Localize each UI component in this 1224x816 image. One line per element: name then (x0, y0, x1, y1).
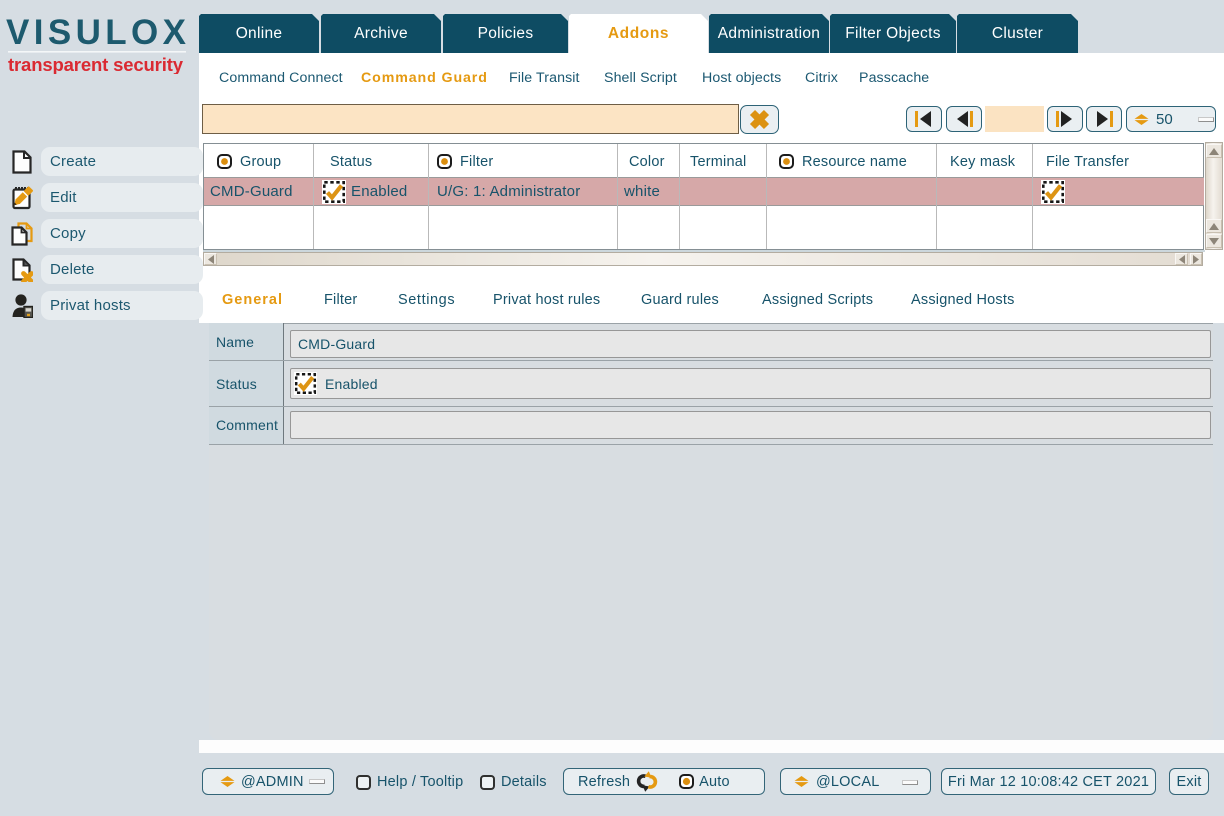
svg-text:transparent security: transparent security (8, 54, 184, 74)
svg-text:VISULOX: VISULOX (6, 13, 187, 52)
